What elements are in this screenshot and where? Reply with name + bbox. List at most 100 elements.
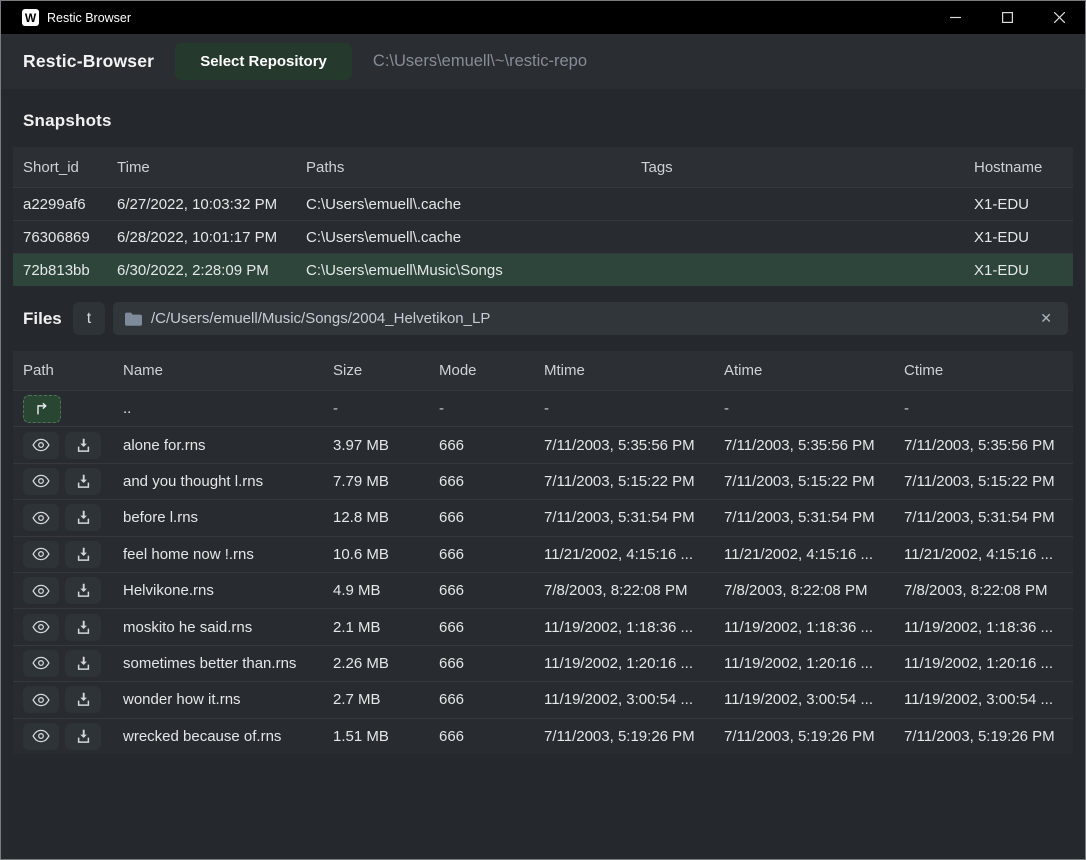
download-file-button[interactable] (65, 686, 101, 713)
folder-icon (125, 312, 142, 326)
file-row[interactable]: before l.rns 12.8 MB 666 7/11/2003, 5:31… (13, 499, 1073, 535)
snapshots-table-body: a2299af6 6/27/2022, 10:03:32 PM C:\Users… (13, 187, 1073, 286)
root-path-button[interactable]: t (73, 302, 105, 335)
snapshot-short-id: a2299af6 (23, 196, 117, 213)
download-icon (76, 620, 91, 635)
column-paths: Paths (306, 159, 641, 176)
file-name: sometimes better than.rns (123, 655, 333, 672)
eye-icon (32, 547, 50, 561)
file-row[interactable]: and you thought l.rns 7.79 MB 666 7/11/2… (13, 463, 1073, 499)
eye-icon (32, 693, 50, 707)
maximize-button[interactable] (981, 1, 1033, 34)
file-mtime: 7/11/2003, 5:19:26 PM (544, 728, 724, 745)
clear-path-button[interactable]: ✕ (1036, 308, 1056, 329)
go-up-button[interactable] (23, 395, 61, 423)
preview-file-button[interactable] (23, 686, 59, 713)
preview-file-button[interactable] (23, 504, 59, 531)
file-path-text[interactable]: /C/Users/emuell/Music/Songs/2004_Helveti… (151, 310, 1027, 327)
file-row[interactable]: feel home now !.rns 10.6 MB 666 11/21/20… (13, 536, 1073, 572)
eye-icon (32, 729, 50, 743)
download-icon (76, 692, 91, 707)
snapshot-paths: C:\Users\emuell\.cache (306, 196, 641, 213)
file-atime: 7/8/2003, 8:22:08 PM (724, 582, 904, 599)
column-short-id: Short_id (23, 159, 117, 176)
preview-file-button[interactable] (23, 723, 59, 750)
file-mtime: 11/19/2002, 3:00:54 ... (544, 691, 724, 708)
preview-file-button[interactable] (23, 432, 59, 459)
download-icon (76, 474, 91, 489)
snapshot-row[interactable]: 72b813bb 6/30/2022, 2:28:09 PM C:\Users\… (13, 253, 1073, 286)
snapshot-time: 6/27/2022, 10:03:32 PM (117, 196, 306, 213)
file-row[interactable]: sometimes better than.rns 2.26 MB 666 11… (13, 645, 1073, 681)
file-mtime: 7/11/2003, 5:31:54 PM (544, 509, 724, 526)
file-ctime: 11/21/2002, 4:15:16 ... (904, 546, 1073, 563)
download-icon (76, 583, 91, 598)
file-name: alone for.rns (123, 437, 333, 454)
file-name: before l.rns (123, 509, 333, 526)
file-path-bar[interactable]: /C/Users/emuell/Music/Songs/2004_Helveti… (113, 302, 1068, 335)
file-mode: - (439, 400, 544, 417)
file-mtime: 7/11/2003, 5:35:56 PM (544, 437, 724, 454)
file-ctime: 11/19/2002, 1:18:36 ... (904, 619, 1073, 636)
file-ctime: 11/19/2002, 1:20:16 ... (904, 655, 1073, 672)
file-atime: 7/11/2003, 5:35:56 PM (724, 437, 904, 454)
snapshot-row[interactable]: 76306869 6/28/2022, 10:01:17 PM C:\Users… (13, 220, 1073, 253)
window-controls (929, 1, 1085, 34)
column-time: Time (117, 159, 306, 176)
download-file-button[interactable] (65, 432, 101, 459)
download-file-button[interactable] (65, 650, 101, 677)
snapshot-short-id: 72b813bb (23, 262, 117, 279)
file-atime: 11/19/2002, 3:00:54 ... (724, 691, 904, 708)
file-ctime: 7/11/2003, 5:31:54 PM (904, 509, 1073, 526)
snapshots-table-header: Short_id Time Paths Tags Hostname (13, 147, 1073, 187)
column-mode: Mode (439, 362, 544, 379)
file-row[interactable]: alone for.rns 3.97 MB 666 7/11/2003, 5:3… (13, 426, 1073, 462)
download-file-button[interactable] (65, 504, 101, 531)
download-file-button[interactable] (65, 577, 101, 604)
file-row[interactable]: moskito he said.rns 2.1 MB 666 11/19/200… (13, 608, 1073, 644)
download-icon (76, 438, 91, 453)
snapshot-row[interactable]: a2299af6 6/27/2022, 10:03:32 PM C:\Users… (13, 187, 1073, 220)
preview-file-button[interactable] (23, 614, 59, 641)
file-size: 12.8 MB (333, 509, 439, 526)
minimize-button[interactable] (929, 1, 981, 34)
download-icon (76, 656, 91, 671)
eye-icon (32, 438, 50, 452)
select-repository-button[interactable]: Select Repository (175, 43, 352, 80)
column-tags: Tags (641, 159, 974, 176)
download-file-button[interactable] (65, 614, 101, 641)
preview-file-button[interactable] (23, 541, 59, 568)
file-mtime: 11/19/2002, 1:18:36 ... (544, 619, 724, 636)
column-name: Name (123, 362, 333, 379)
file-row[interactable]: wrecked because of.rns 1.51 MB 666 7/11/… (13, 718, 1073, 754)
snapshot-hostname: X1-EDU (974, 196, 1073, 213)
file-atime: 11/19/2002, 1:18:36 ... (724, 619, 904, 636)
snapshot-hostname: X1-EDU (974, 229, 1073, 246)
file-mtime: 7/8/2003, 8:22:08 PM (544, 582, 724, 599)
file-row[interactable]: wonder how it.rns 2.7 MB 666 11/19/2002,… (13, 681, 1073, 717)
download-file-button[interactable] (65, 468, 101, 495)
file-ctime: 7/11/2003, 5:35:56 PM (904, 437, 1073, 454)
download-icon (76, 510, 91, 525)
file-mode: 666 (439, 546, 544, 563)
close-button[interactable] (1033, 1, 1085, 34)
file-row[interactable]: Helvikone.rns 4.9 MB 666 7/8/2003, 8:22:… (13, 572, 1073, 608)
file-mtime: - (544, 400, 724, 417)
file-name: wrecked because of.rns (123, 728, 333, 745)
file-ctime: - (904, 400, 1073, 417)
files-bar: Files t /C/Users/emuell/Music/Songs/2004… (1, 302, 1085, 335)
preview-file-button[interactable] (23, 577, 59, 604)
preview-file-button[interactable] (23, 468, 59, 495)
files-table-body: .. - - - - - (13, 390, 1073, 754)
file-ctime: 7/11/2003, 5:19:26 PM (904, 728, 1073, 745)
file-size: - (333, 400, 439, 417)
file-ctime: 7/11/2003, 5:15:22 PM (904, 473, 1073, 490)
eye-icon (32, 656, 50, 670)
preview-file-button[interactable] (23, 650, 59, 677)
parent-directory-row[interactable]: .. - - - - - (13, 390, 1073, 426)
download-icon (76, 547, 91, 562)
file-name: Helvikone.rns (123, 582, 333, 599)
download-file-button[interactable] (65, 541, 101, 568)
file-mode: 666 (439, 582, 544, 599)
download-file-button[interactable] (65, 723, 101, 750)
